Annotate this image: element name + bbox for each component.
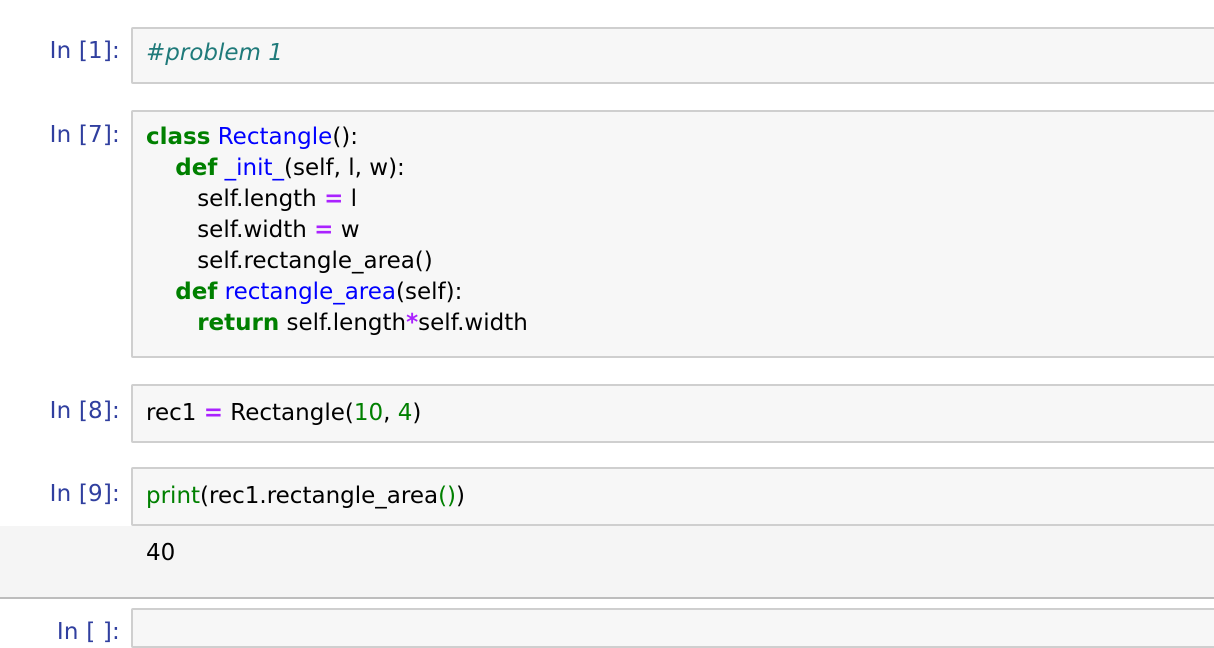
code-text: ) bbox=[456, 483, 466, 509]
code-text: ) bbox=[412, 400, 422, 426]
number-literal: 4 bbox=[397, 400, 413, 426]
code-input-area[interactable] bbox=[131, 608, 1214, 648]
code-block: class Rectangle(): def _init_(self, l, w… bbox=[146, 122, 528, 339]
code-operator: * bbox=[406, 310, 419, 336]
code-keyword: def bbox=[175, 279, 218, 305]
code-text: self.width bbox=[418, 310, 528, 336]
code-text: rec1 bbox=[146, 400, 204, 426]
code-keyword: return bbox=[197, 310, 280, 336]
code-text: self.rectangle_area() bbox=[197, 248, 433, 274]
cell-divider bbox=[0, 597, 1214, 599]
code-keyword: def bbox=[175, 155, 218, 181]
code-text: w bbox=[333, 217, 360, 243]
code-line: print(rec1.rectangle_area()) bbox=[146, 481, 465, 512]
code-operator: = bbox=[314, 217, 334, 243]
cell-prompt: In [9]: bbox=[49, 481, 120, 507]
cell-prompt: In [7]: bbox=[49, 122, 120, 148]
code-comment: #problem 1 bbox=[146, 40, 283, 66]
code-operator: = bbox=[203, 400, 223, 426]
code-text: (): bbox=[332, 124, 359, 150]
output-area-background bbox=[0, 526, 1214, 598]
code-text: , bbox=[383, 400, 398, 426]
code-text: self.length bbox=[197, 186, 325, 212]
cell-prompt: In [8]: bbox=[49, 398, 120, 424]
cell-prompt: In [ ]: bbox=[56, 619, 120, 645]
code-text: (self): bbox=[396, 279, 463, 305]
function-name: rectangle_area bbox=[224, 279, 397, 305]
function-name: _init_ bbox=[224, 155, 285, 181]
code-parens: () bbox=[438, 483, 457, 509]
code-line: rec1 = Rectangle(10, 4) bbox=[146, 398, 421, 429]
code-text: self.width bbox=[197, 217, 315, 243]
code-text: (self, l, w): bbox=[284, 155, 405, 181]
code-text: Rectangle( bbox=[222, 400, 354, 426]
cell-output: 40 bbox=[146, 540, 176, 566]
number-literal: 10 bbox=[353, 400, 384, 426]
code-input-area[interactable] bbox=[131, 27, 1214, 84]
cell-prompt: In [1]: bbox=[49, 38, 120, 64]
code-line: #problem 1 bbox=[146, 38, 283, 69]
code-keyword: class bbox=[146, 124, 211, 150]
code-text: self.length bbox=[279, 310, 407, 336]
code-text: (rec1.rectangle_area bbox=[200, 483, 439, 509]
code-operator: = bbox=[324, 186, 344, 212]
builtin-function: print bbox=[146, 483, 201, 509]
code-text: l bbox=[343, 186, 358, 212]
class-name: Rectangle bbox=[217, 124, 333, 150]
